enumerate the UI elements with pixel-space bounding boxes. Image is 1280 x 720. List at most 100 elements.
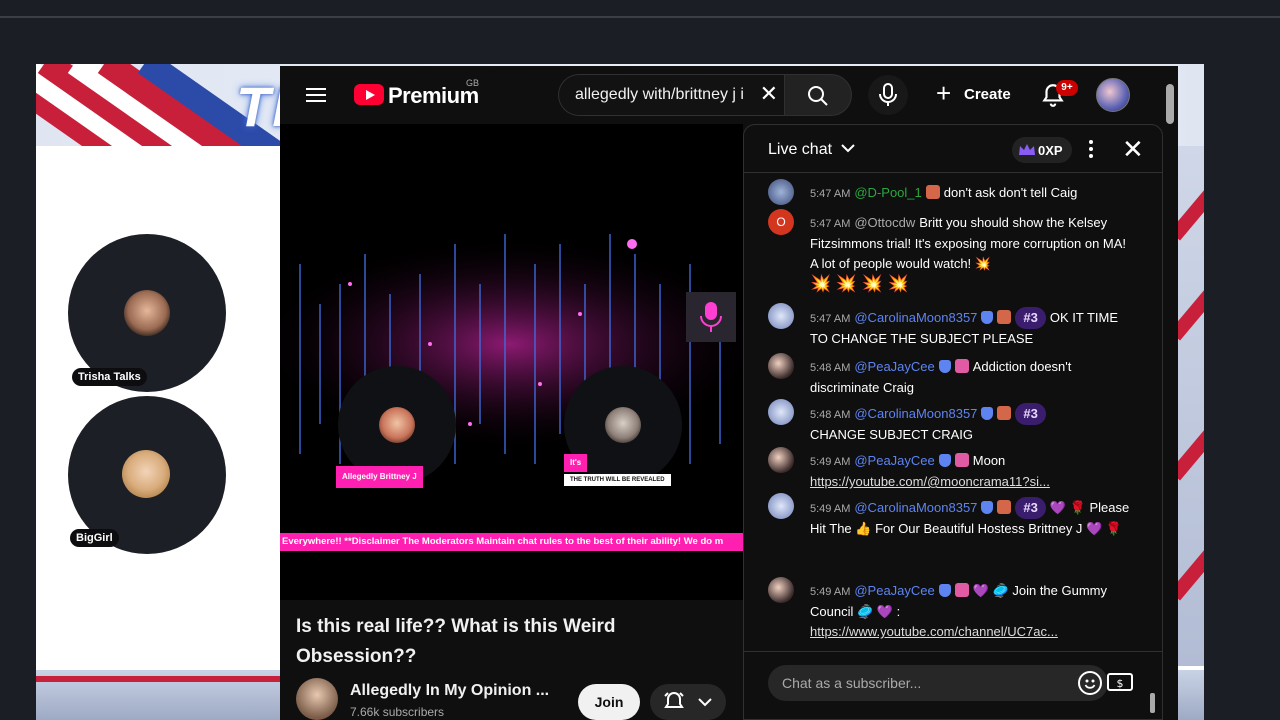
verified-icon bbox=[938, 584, 951, 597]
video-player[interactable]: Allegedly Brittney J It's THE TRUTH WILL… bbox=[280, 124, 743, 600]
guest-face bbox=[605, 407, 641, 443]
live-chat-panel: Live chat 0XP ✕ 5:47 AM @D-Pool_1 don't as… bbox=[743, 124, 1163, 720]
clear-icon[interactable]: ✕ bbox=[760, 81, 778, 107]
timestamp: 5:47 AM bbox=[810, 218, 851, 230]
close-icon[interactable]: ✕ bbox=[1122, 136, 1144, 162]
chat-input[interactable]: Chat as a subscriber... bbox=[768, 665, 1108, 701]
author-name[interactable]: @PeaJayCee bbox=[854, 583, 934, 598]
ticker-banner: Everywhere!! **Disclaimer The Moderators… bbox=[280, 533, 743, 551]
author-name[interactable]: @CarolinaMoon8357 bbox=[854, 500, 977, 515]
avatar[interactable] bbox=[768, 447, 794, 473]
author-name[interactable]: @CarolinaMoon8357 bbox=[854, 310, 977, 325]
more-vert-icon[interactable] bbox=[1086, 139, 1096, 159]
verified-icon bbox=[938, 360, 951, 373]
svg-text:$: $ bbox=[1117, 677, 1124, 690]
avatar[interactable] bbox=[768, 577, 794, 603]
member-badge-icon bbox=[954, 453, 969, 467]
page-scrollbar[interactable] bbox=[1164, 66, 1178, 720]
rank-badge: #3 bbox=[1015, 403, 1046, 425]
video-title: Is this real life?? What is this Weird O… bbox=[296, 616, 616, 667]
verified-icon bbox=[938, 454, 951, 467]
crown-icon bbox=[1019, 144, 1035, 155]
notification-badge: 9+ bbox=[1056, 80, 1078, 96]
author-name[interactable]: @Ottocdw bbox=[854, 215, 915, 230]
guest-label: Trisha Talks bbox=[72, 368, 147, 386]
channel-avatar[interactable] bbox=[296, 678, 338, 720]
account-avatar[interactable] bbox=[1096, 78, 1130, 112]
chat-scrollbar[interactable] bbox=[1150, 253, 1156, 720]
avatar[interactable] bbox=[768, 493, 794, 519]
author-name[interactable]: @D-Pool_1 bbox=[854, 185, 921, 200]
subscriber-count: 7.66k subscribers bbox=[350, 705, 445, 719]
member-badge-icon bbox=[997, 310, 1012, 324]
timestamp: 5:47 AM bbox=[810, 188, 851, 200]
voice-search-button[interactable] bbox=[868, 75, 908, 115]
search-input[interactable]: allegedly with/brittney j i ✕ bbox=[558, 74, 784, 116]
avatar[interactable] bbox=[768, 399, 794, 425]
bell-icon bbox=[664, 691, 684, 708]
overlay-right-border bbox=[1169, 146, 1204, 666]
verified-icon bbox=[981, 501, 994, 514]
timestamp: 5:47 AM bbox=[810, 313, 851, 325]
avatar[interactable] bbox=[768, 353, 794, 379]
message-link[interactable]: https://youtube.com/@mooncrama11?si... bbox=[810, 474, 1050, 489]
chevron-down-icon bbox=[698, 698, 712, 707]
smile-icon bbox=[1084, 679, 1096, 689]
subscribed-notifications-button[interactable] bbox=[650, 684, 726, 720]
message-link[interactable]: https://www.youtube.com/channel/UC7ac... bbox=[810, 624, 1058, 639]
join-button[interactable]: Join bbox=[578, 684, 640, 720]
member-badge-icon bbox=[954, 359, 969, 373]
avatar[interactable] bbox=[768, 179, 794, 205]
chat-mode-selector[interactable]: Live chat bbox=[768, 141, 832, 159]
author-name[interactable]: @PeaJayCee bbox=[854, 453, 934, 468]
search-button[interactable] bbox=[784, 74, 852, 116]
message-text: Moon bbox=[972, 453, 1006, 468]
mic-icon bbox=[700, 302, 722, 332]
chat-header: Live chat 0XP ✕ bbox=[744, 125, 1162, 173]
chevron-down-icon[interactable] bbox=[840, 142, 856, 154]
plus-icon: + bbox=[936, 78, 952, 108]
author-name[interactable]: @CarolinaMoon8357 bbox=[854, 406, 977, 421]
message-text: CHANGE SUBJECT CRAIG bbox=[810, 427, 974, 442]
channel-name[interactable]: Allegedly In My Opinion ... bbox=[350, 682, 549, 700]
guest-label: BigGirl bbox=[70, 529, 119, 547]
xp-chip[interactable]: 0XP bbox=[1012, 137, 1072, 163]
logo-region: GB bbox=[466, 78, 480, 88]
emoji-icon[interactable] bbox=[1078, 671, 1102, 695]
avatar[interactable] bbox=[768, 303, 794, 329]
masthead: Premium GB allegedly with/brittney j i ✕… bbox=[280, 66, 1178, 124]
chat-input-area: Chat as a subscriber... $ bbox=[744, 651, 1162, 720]
browser-top-divider bbox=[0, 16, 1280, 18]
chat-messages: 5:47 AM @D-Pool_1 don't ask don't tell Cai… bbox=[744, 175, 1162, 651]
xp-label: 0XP bbox=[1038, 143, 1063, 158]
member-badge-icon bbox=[997, 406, 1012, 420]
author-name[interactable]: @PeaJayCee bbox=[854, 359, 934, 374]
youtube-logo[interactable]: Premium GB bbox=[354, 78, 514, 110]
podcast-mic-widget bbox=[686, 292, 736, 342]
money-icon: $ bbox=[1107, 673, 1133, 691]
timestamp: 5:48 AM bbox=[810, 409, 851, 421]
host-label: Allegedly Brittney J bbox=[336, 466, 423, 488]
guest-label: It's bbox=[564, 454, 588, 472]
verified-icon bbox=[981, 407, 994, 420]
create-button[interactable]: + Create bbox=[928, 76, 1016, 112]
page-scroll-thumb[interactable] bbox=[1166, 84, 1174, 124]
message-emojis: 💥 💥 💥 💥 bbox=[810, 274, 909, 293]
guest-face bbox=[124, 290, 170, 336]
message-text: don't ask don't tell Caig bbox=[943, 185, 1078, 200]
member-badge-icon bbox=[954, 583, 969, 597]
member-badge-icon bbox=[997, 500, 1012, 514]
verified-icon bbox=[981, 311, 994, 324]
timestamp: 5:49 AM bbox=[810, 503, 851, 515]
mic-icon bbox=[879, 83, 897, 106]
create-label: Create bbox=[964, 86, 1011, 103]
menu-icon[interactable] bbox=[306, 86, 328, 104]
rank-badge: #3 bbox=[1015, 307, 1046, 329]
super-chat-button[interactable]: $ bbox=[1106, 668, 1136, 698]
timestamp: 5:48 AM bbox=[810, 362, 851, 374]
guest-face bbox=[122, 450, 170, 498]
rank-badge: #3 bbox=[1015, 497, 1046, 519]
avatar[interactable]: O bbox=[768, 209, 794, 235]
timestamp: 5:49 AM bbox=[810, 586, 851, 598]
timestamp: 5:49 AM bbox=[810, 456, 851, 468]
